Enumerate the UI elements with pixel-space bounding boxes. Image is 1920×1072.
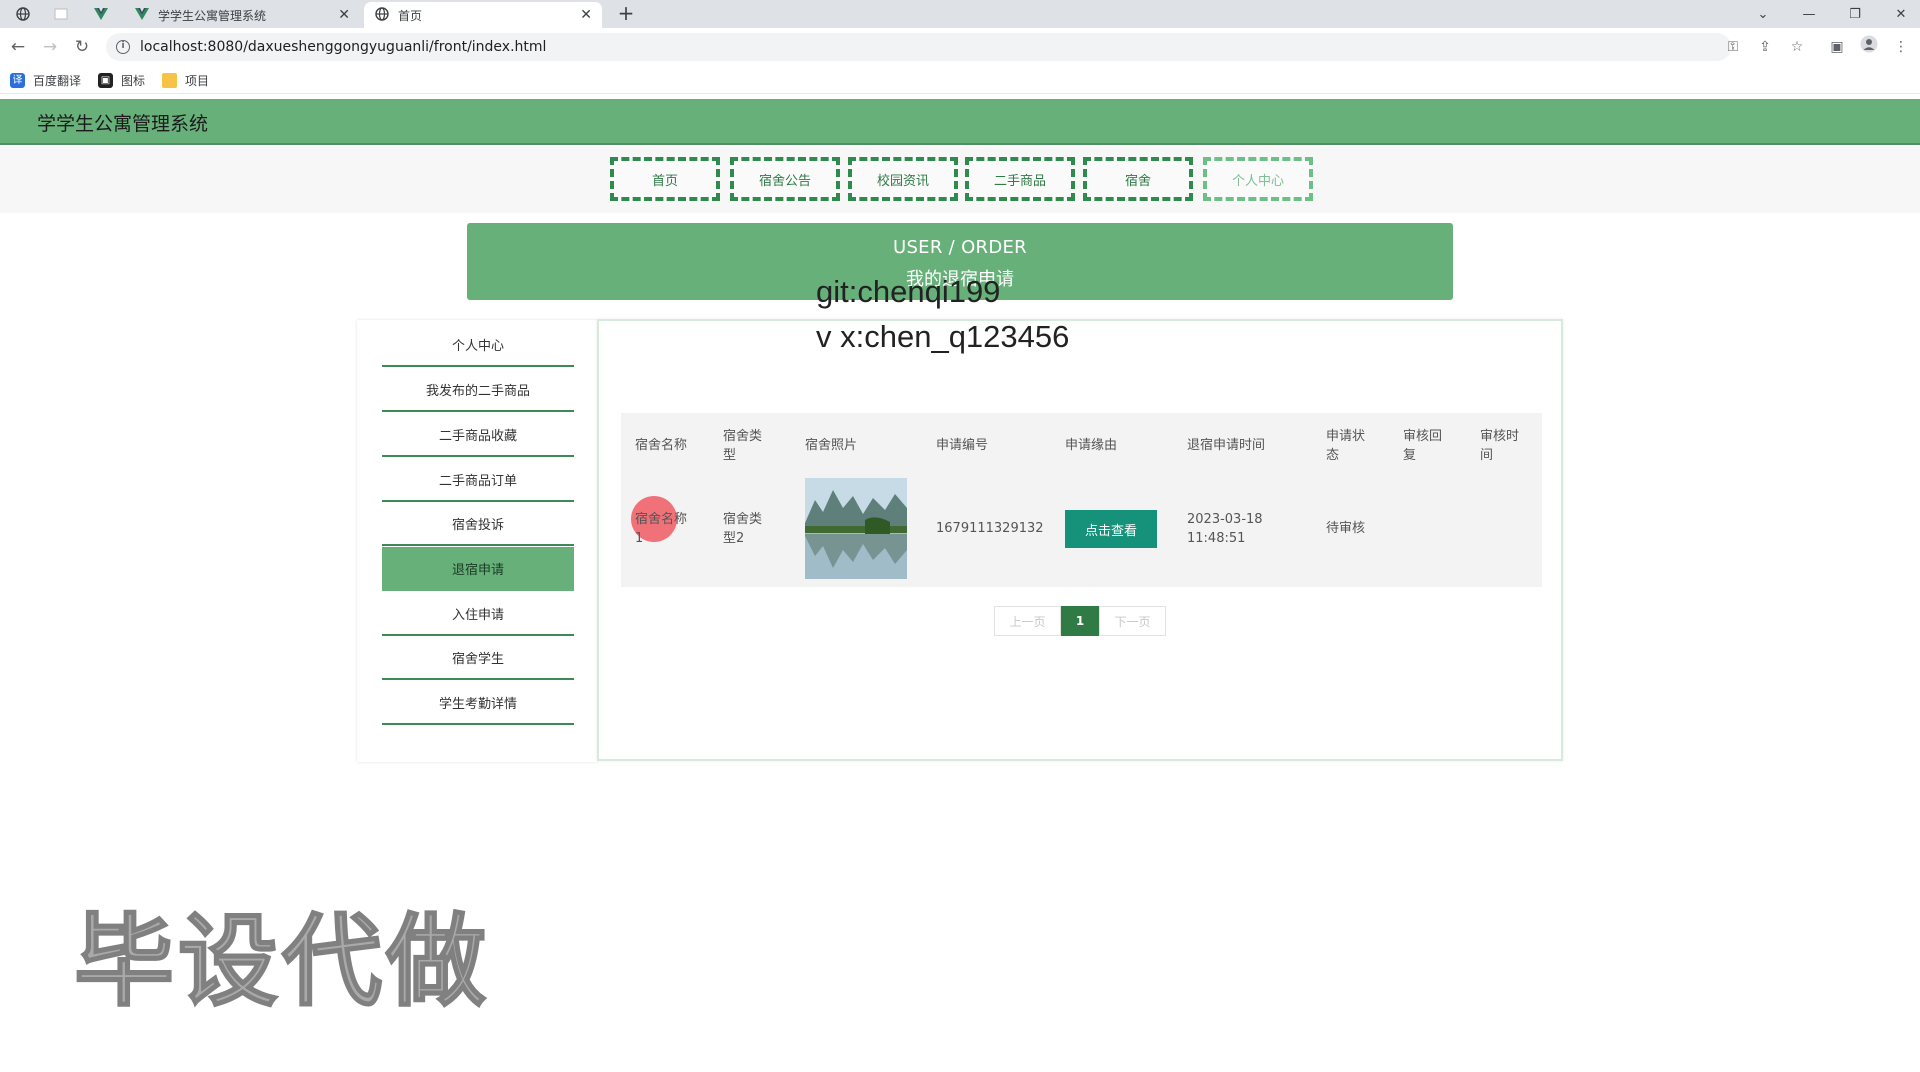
sidebar-item-orders[interactable]: 二手商品订单 — [382, 458, 574, 502]
nav-second-hand[interactable]: 二手商品 — [965, 157, 1075, 201]
site-header: 学学生公寓管理系统 — [0, 99, 1920, 145]
star-icon[interactable]: ☆ — [1786, 35, 1808, 59]
tab-title: 首页 — [398, 8, 423, 23]
address-bar: ← → ↻ i localhost:8080/daxueshenggongyug… — [0, 28, 1920, 66]
sidebar-item-complaints[interactable]: 宿舍投诉 — [382, 502, 574, 546]
prev-page-button[interactable]: 上一页 — [994, 606, 1061, 636]
next-page-button[interactable]: 下一页 — [1099, 606, 1166, 636]
globe-icon[interactable] — [6, 2, 40, 26]
sidebar-item-dorm-students[interactable]: 宿舍学生 — [382, 636, 574, 680]
nav-dorm-notice[interactable]: 宿舍公告 — [730, 157, 840, 201]
close-icon[interactable]: ✕ — [580, 7, 592, 23]
nav-campus-news[interactable]: 校园资讯 — [848, 157, 958, 201]
banner-subtitle: USER / ORDER — [892, 237, 1027, 258]
nav-dorm[interactable]: 宿舍 — [1083, 157, 1193, 201]
cell-apply-time: 11:48:51 — [1187, 531, 1246, 546]
tab-title: 学学生公寓管理系统 — [158, 8, 267, 23]
overlay-watermark-line1: git:chenqi199 — [816, 274, 1001, 309]
restore-button[interactable]: ❐ — [1832, 0, 1878, 28]
sidebar-item-favorites[interactable]: 二手商品收藏 — [382, 413, 574, 457]
blank-page-icon[interactable] — [44, 2, 78, 26]
cell-apply-date: 2023-03-18 — [1187, 512, 1263, 527]
column-header: 审核时间 — [1480, 429, 1520, 463]
back-icon[interactable]: ← — [6, 35, 30, 59]
sidebar-item-checkout[interactable]: 退宿申请 — [382, 547, 574, 591]
key-icon[interactable]: ⚿ — [1722, 35, 1744, 59]
url-field[interactable]: i localhost:8080/daxueshenggongyuguanli/… — [106, 33, 1731, 61]
sidebar-item-checkin[interactable]: 入住申请 — [382, 592, 574, 636]
bookmark-project[interactable]: 项目 — [162, 71, 209, 89]
share-icon[interactable]: ⇪ — [1754, 35, 1776, 59]
minimize-button[interactable]: — — [1786, 0, 1832, 28]
main-nav: 首页 宿舍公告 校园资讯 二手商品 宿舍 个人中心 — [0, 147, 1920, 213]
profile-icon[interactable] — [1858, 35, 1880, 59]
bookmarks-bar: 译 百度翻译 ▣ 图标 项目 — [0, 66, 1920, 94]
content-panel: 宿舍名称 宿舍类型 宿舍照片 申请编号 申请缘由 退宿申请时间 申请状态 审核回… — [597, 319, 1563, 761]
column-header: 退宿申请时间 — [1187, 438, 1266, 453]
tab-system[interactable]: 学学生公寓管理系统 ✕ — [124, 2, 360, 28]
sidebar-item-user-center[interactable]: 个人中心 — [382, 323, 574, 367]
cell-dorm-type: 宿舍类型2 — [723, 512, 763, 546]
sidebar-item-my-goods[interactable]: 我发布的二手商品 — [382, 368, 574, 412]
bookmark-icons[interactable]: ▣ 图标 — [98, 71, 145, 89]
page-number-button[interactable]: 1 — [1061, 606, 1099, 636]
bookmark-label: 百度翻译 — [33, 73, 82, 88]
translate-icon: 译 — [10, 72, 25, 88]
view-reason-button[interactable]: 点击查看 — [1065, 510, 1157, 548]
bookmark-label: 项目 — [185, 73, 210, 88]
tab-search-icon[interactable]: ⌄ — [1740, 0, 1786, 28]
user-sidebar: 个人中心 我发布的二手商品 二手商品收藏 二手商品订单 宿舍投诉 退宿申请 入住… — [357, 320, 597, 762]
new-tab-button[interactable]: + — [614, 2, 638, 26]
site-title: 学学生公寓管理系统 — [37, 113, 209, 135]
vue-icon — [134, 7, 150, 23]
info-icon[interactable]: i — [116, 40, 130, 54]
close-icon[interactable]: ✕ — [338, 7, 350, 23]
close-window-button[interactable]: ✕ — [1878, 0, 1920, 28]
status-badge: 待审核 — [1326, 521, 1366, 536]
browser-tab-bar: 学学生公寓管理系统 ✕ 首页 ✕ + ⌄ — ❐ ✕ — [0, 0, 1920, 28]
column-header: 申请缘由 — [1065, 438, 1118, 453]
bookmark-translate[interactable]: 译 百度翻译 — [10, 71, 81, 89]
cell-application-number: 1679111329132 — [936, 521, 1044, 536]
cell-dorm-name: 宿舍名称1 — [635, 512, 688, 546]
side-panel-icon[interactable]: ▣ — [1826, 35, 1848, 59]
column-header: 申请状态 — [1326, 429, 1366, 463]
url-text: localhost:8080/daxueshenggongyuguanli/fr… — [140, 39, 547, 55]
dorm-photo[interactable] — [805, 478, 907, 579]
nav-home[interactable]: 首页 — [610, 157, 720, 201]
folder-icon — [162, 72, 177, 88]
overlay-watermark-line2: v x:chen_q123456 — [816, 319, 1070, 354]
column-header: 申请编号 — [936, 438, 989, 453]
checkout-table: 宿舍名称 宿舍类型 宿舍照片 申请编号 申请缘由 退宿申请时间 申请状态 审核回… — [621, 413, 1542, 587]
column-header: 宿舍名称 — [635, 438, 688, 453]
sidebar-item-attendance[interactable]: 学生考勤详情 — [382, 681, 574, 725]
vue-icon[interactable] — [84, 2, 118, 26]
pagination: 上一页 1 下一页 — [994, 606, 1166, 636]
column-header: 宿舍类型 — [723, 429, 763, 463]
image-icon: ▣ — [98, 72, 113, 88]
reload-icon[interactable]: ↻ — [70, 35, 94, 59]
nav-user-center[interactable]: 个人中心 — [1203, 157, 1313, 201]
bookmark-label: 图标 — [121, 73, 146, 88]
forward-icon[interactable]: → — [38, 35, 62, 59]
corner-watermark: 毕设代做 — [73, 902, 490, 1021]
tab-home[interactable]: 首页 ✕ — [364, 2, 602, 28]
column-header: 审核回复 — [1403, 429, 1443, 463]
globe-icon — [374, 6, 390, 24]
column-header: 宿舍照片 — [805, 438, 858, 453]
menu-icon[interactable]: ⋮ — [1890, 35, 1912, 59]
